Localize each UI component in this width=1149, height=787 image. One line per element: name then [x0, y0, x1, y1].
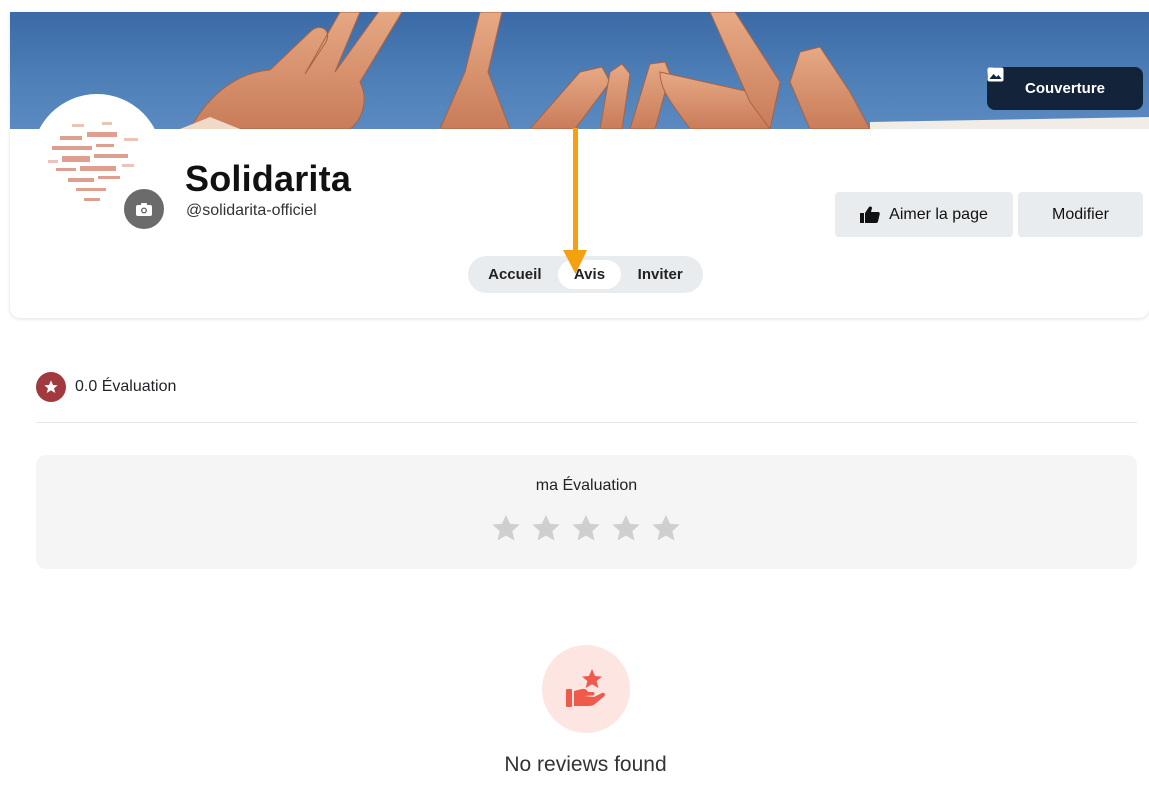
star-badge-icon: [36, 372, 66, 402]
cover-button-label: Couverture: [1024, 80, 1106, 97]
star-rating-input: [491, 513, 681, 543]
change-avatar-button[interactable]: [121, 186, 167, 232]
cover-hands-image: [180, 12, 1149, 129]
image-icon: [987, 67, 1004, 82]
hand-star-icon: [566, 669, 605, 707]
rating-summary-text: 0.0 Évaluation: [75, 378, 177, 395]
my-rating-panel: ma Évaluation: [36, 455, 1137, 569]
star-icon[interactable]: [571, 513, 601, 543]
edit-page-button[interactable]: Modifier: [1018, 192, 1143, 237]
no-reviews-icon: [542, 645, 630, 733]
cover-button[interactable]: Couverture: [987, 67, 1143, 110]
star-icon[interactable]: [651, 513, 681, 543]
rating-summary: 0.0 Évaluation: [36, 372, 176, 402]
star-icon[interactable]: [531, 513, 561, 543]
page-handle: @solidarita-officiel: [186, 202, 317, 219]
camera-icon: [136, 202, 152, 216]
annotation-arrow-icon: [563, 128, 587, 274]
like-page-label: Aimer la page: [889, 205, 988, 223]
like-page-button[interactable]: Aimer la page: [835, 192, 1013, 237]
tab-invite[interactable]: Inviter: [621, 260, 699, 289]
thumbs-up-icon: [860, 206, 880, 223]
star-icon[interactable]: [491, 513, 521, 543]
my-rating-label: ma Évaluation: [535, 477, 638, 494]
page-title: Solidarita: [185, 158, 352, 199]
section-divider: [36, 422, 1137, 423]
cover-photo: Couverture: [10, 12, 1149, 129]
star-icon[interactable]: [611, 513, 641, 543]
no-reviews-message: No reviews found: [504, 753, 667, 776]
tab-home[interactable]: Accueil: [472, 260, 558, 289]
